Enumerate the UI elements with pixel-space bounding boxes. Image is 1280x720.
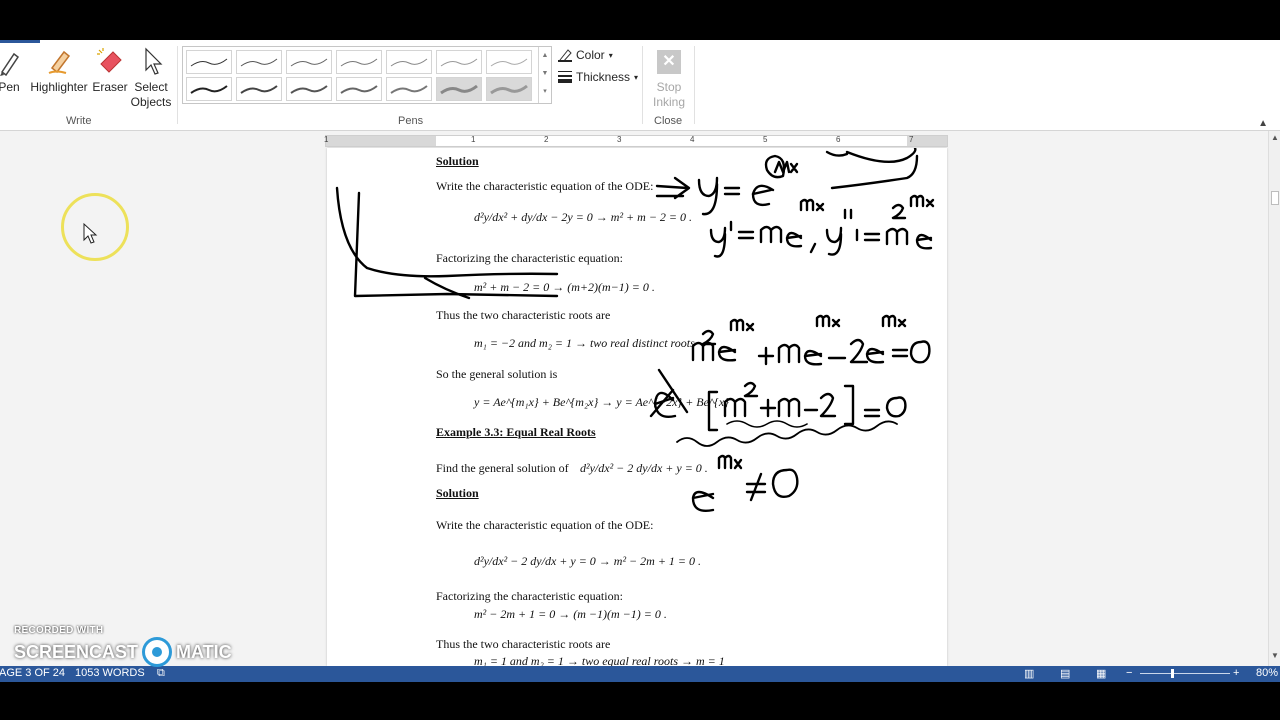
ribbon: Pen Highlighter Eraser Select Objects Wr…: [0, 40, 1280, 131]
ink-annotations: [335, 148, 935, 512]
vertical-scrollbar[interactable]: ▲ ▼: [1268, 131, 1280, 666]
pen-icon: [0, 52, 20, 76]
zoom-out-icon[interactable]: −: [1126, 667, 1132, 679]
document-page[interactable]: Solution Write the characteristic equati…: [327, 148, 947, 666]
write-group-label: Write: [66, 115, 92, 127]
watermark-brand-left: SCREENCAST: [14, 641, 139, 662]
pen-style-10[interactable]: [286, 77, 332, 101]
stop-label: Stop: [656, 80, 682, 94]
pen-style-14[interactable]: [486, 77, 532, 101]
pen-button[interactable]: Pen: [0, 46, 20, 95]
zoom-slider-thumb[interactable]: [1171, 669, 1174, 678]
thickness-label: Thickness: [576, 70, 631, 84]
close-icon: ✕: [657, 50, 681, 74]
eraser-icon: [97, 48, 122, 73]
color-label: Color: [576, 48, 605, 62]
pen-style-11[interactable]: [336, 77, 382, 101]
ruler-tick: 1: [471, 135, 476, 144]
cursor-arrow-icon: [145, 47, 163, 75]
scroll-thumb[interactable]: [1271, 191, 1279, 205]
horizontal-ruler[interactable]: 1 1 2 3 4 5 6 7: [324, 135, 948, 147]
select-label-2: Objects: [130, 95, 172, 109]
eraser-label: Eraser: [92, 80, 128, 94]
screencast-logo-icon: [142, 637, 173, 667]
chevron-down-icon: ▾: [608, 50, 613, 60]
scroll-up-icon[interactable]: ▲: [1269, 133, 1280, 142]
ruler-left-margin: [326, 136, 436, 146]
pen-style-9[interactable]: [236, 77, 282, 101]
pen-style-13[interactable]: [436, 77, 482, 101]
pen-style-6[interactable]: [436, 50, 482, 74]
proofing-icon[interactable]: ⧉: [157, 667, 165, 680]
pens-gallery[interactable]: ▲ ▼ ▾: [182, 46, 552, 104]
pen-label: Pen: [0, 80, 20, 94]
pen-style-2[interactable]: [236, 50, 282, 74]
watermark-brand-right: MATIC: [176, 641, 232, 662]
gallery-scroll[interactable]: ▲ ▼ ▾: [538, 47, 551, 103]
pen-style-4[interactable]: [336, 50, 382, 74]
zoom-in-icon[interactable]: +: [1233, 667, 1239, 679]
line-thickness-icon: [558, 71, 572, 83]
web-layout-icon[interactable]: ▦: [1096, 667, 1106, 680]
close-group-label: Close: [654, 115, 683, 127]
eraser-button[interactable]: Eraser: [92, 46, 128, 95]
inking-label: Inking: [652, 95, 686, 109]
pen-color-icon: [558, 49, 572, 62]
watermark-brand: SCREENCAST MATIC: [14, 637, 232, 667]
highlighter-icon: [48, 50, 71, 74]
zoom-level[interactable]: 80%: [1256, 667, 1278, 679]
collapse-ribbon-icon[interactable]: ▲: [1258, 118, 1268, 129]
ruler-tick: 6: [836, 135, 841, 144]
ruler-tick: 5: [763, 135, 768, 144]
ruler-tick: 4: [690, 135, 695, 144]
word-window: Pen Highlighter Eraser Select Objects Wr…: [0, 40, 1280, 682]
chevron-down-icon: ▾: [634, 72, 639, 82]
watermark-recorded: RECORDED WITH: [14, 625, 104, 636]
pens-group-label: Pens: [398, 115, 424, 127]
screencast-watermark: RECORDED WITH SCREENCAST MATIC: [14, 625, 232, 667]
scroll-down-icon[interactable]: ▼: [1269, 651, 1280, 660]
stop-inking-button[interactable]: ✕ Stop Inking: [648, 48, 690, 110]
group-separator: [694, 46, 695, 124]
status-bar: AGE 3 OF 24 1053 WORDS ⧉ ▥ ▤ ▦ − + 80%: [0, 666, 1280, 682]
thickness-button[interactable]: Thickness ▾: [558, 70, 638, 84]
letterbox-bottom: [0, 682, 1280, 720]
pen-style-3[interactable]: [286, 50, 332, 74]
ruler-tick: 7: [909, 135, 914, 144]
page-count[interactable]: AGE 3 OF 24: [0, 667, 65, 679]
read-mode-icon[interactable]: ▥: [1024, 667, 1034, 680]
highlighter-button[interactable]: Highlighter: [28, 46, 90, 95]
pen-style-8[interactable]: [186, 77, 232, 101]
group-separator: [177, 46, 178, 124]
select-label-1: Select: [134, 80, 168, 94]
ruler-tick: 3: [617, 135, 622, 144]
print-layout-icon[interactable]: ▤: [1060, 667, 1070, 680]
highlighter-label: Highlighter: [30, 80, 88, 94]
word-count[interactable]: 1053 WORDS: [75, 667, 145, 679]
active-tab-indicator: [0, 40, 40, 43]
pen-style-7[interactable]: [486, 50, 532, 74]
pen-style-1[interactable]: [186, 50, 232, 74]
group-separator: [642, 46, 643, 124]
pen-style-5[interactable]: [386, 50, 432, 74]
ruler-tick: 1: [324, 135, 329, 144]
select-objects-button[interactable]: Select Objects: [130, 46, 172, 110]
pen-style-12[interactable]: [386, 77, 432, 101]
ruler-tick: 2: [544, 135, 549, 144]
color-button[interactable]: Color ▾: [558, 48, 613, 62]
zoom-slider[interactable]: [1140, 673, 1230, 674]
mouse-pointer-icon: [83, 222, 98, 244]
